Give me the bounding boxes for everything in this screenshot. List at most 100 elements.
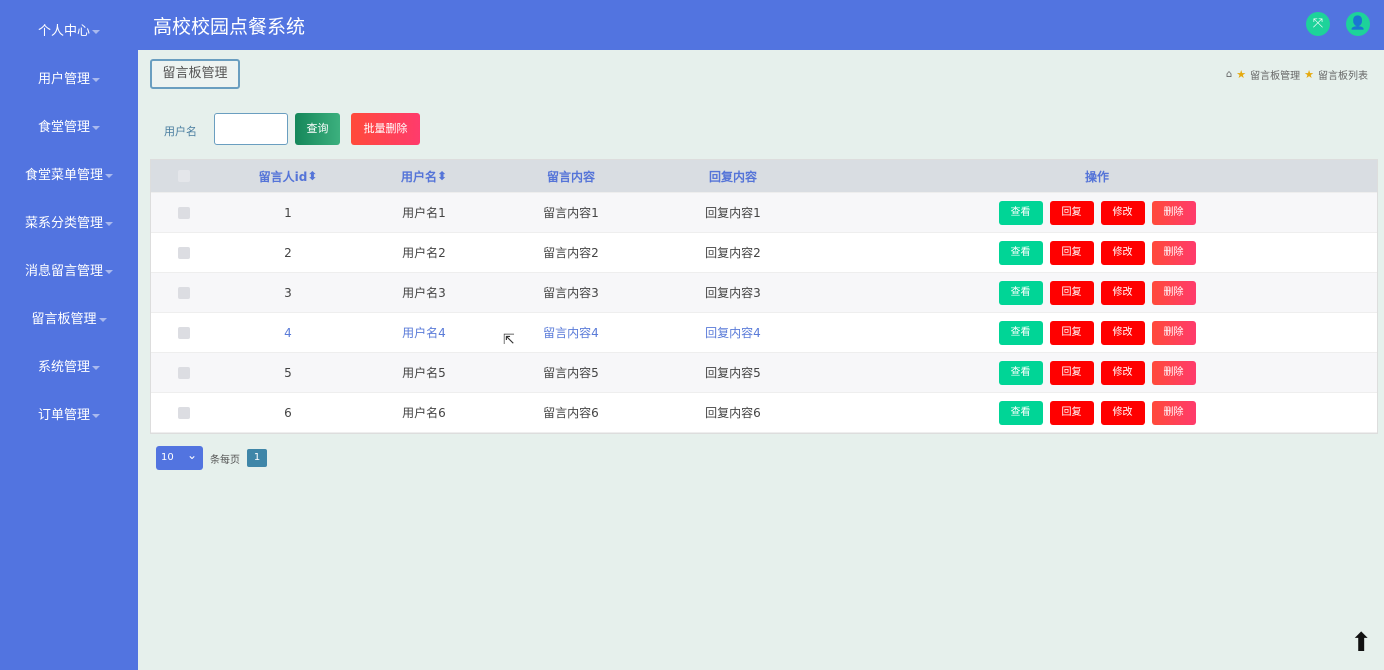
- row-checkbox[interactable]: [178, 246, 190, 259]
- cell-id: 1: [284, 205, 292, 220]
- view-button[interactable]: 查看: [998, 200, 1043, 225]
- edit-button[interactable]: 修改: [1100, 320, 1145, 345]
- view-button[interactable]: 查看: [998, 400, 1043, 425]
- caret-down-icon: [105, 269, 113, 274]
- sidebar-item[interactable]: 用户管理: [0, 56, 138, 104]
- view-button[interactable]: 查看: [998, 360, 1043, 385]
- sidebar-item[interactable]: 留言板管理: [0, 296, 138, 344]
- page-size-select[interactable]: 10: [156, 443, 203, 470]
- header-reply: 回复内容: [708, 169, 757, 184]
- edit-button[interactable]: 修改: [1100, 360, 1145, 385]
- edit-button[interactable]: 修改: [1100, 280, 1145, 305]
- sidebar-item[interactable]: 食堂菜单管理: [0, 152, 138, 200]
- cell-content: 留言内容6: [543, 406, 599, 420]
- cell-reply: 回复内容4: [705, 326, 761, 340]
- edit-button[interactable]: 修改: [1100, 400, 1145, 425]
- message-table: 留言人id ⬍ 用户名 ⬍ 留言内容 回复内容 操作 1 用户名1 留言内容1 回复…: [150, 159, 1378, 434]
- sidebar-item-label: 用户管理: [37, 72, 90, 87]
- app-title: 高校校园点餐系统: [153, 16, 306, 38]
- cell-content: 留言内容2: [543, 246, 599, 260]
- sidebar-item[interactable]: 系统管理: [0, 344, 138, 392]
- reply-button[interactable]: 回复: [1049, 240, 1094, 265]
- delete-button[interactable]: 删除: [1151, 400, 1196, 425]
- reply-button[interactable]: 回复: [1049, 400, 1094, 425]
- header-actions: 操作: [1084, 169, 1109, 184]
- mouse-cursor: ⇱: [503, 332, 515, 348]
- reply-button[interactable]: 回复: [1049, 360, 1094, 385]
- reply-button[interactable]: 回复: [1049, 280, 1094, 305]
- sidebar-item[interactable]: 个人中心: [0, 8, 138, 56]
- cell-username: 用户名2: [402, 246, 446, 260]
- breadcrumb: ⌂ ★ 留言板管理 ★ 留言板列表: [1226, 67, 1368, 82]
- table-row: 1 用户名1 留言内容1 回复内容1 查看 回复 修改 删除: [151, 193, 1377, 233]
- edit-button[interactable]: 修改: [1100, 240, 1145, 265]
- sidebar-item-label: 菜系分类管理: [24, 216, 103, 231]
- delete-button[interactable]: 删除: [1151, 360, 1196, 385]
- table-row: 3 用户名3 留言内容3 回复内容3 查看 回复 修改 删除: [151, 273, 1377, 313]
- caret-down-icon: [92, 125, 100, 130]
- sidebar-item[interactable]: 消息留言管理: [0, 248, 138, 296]
- cell-reply: 回复内容3: [705, 286, 761, 300]
- delete-button[interactable]: 删除: [1151, 280, 1196, 305]
- sidebar-item-label: 食堂管理: [37, 120, 90, 135]
- fullscreen-icon[interactable]: ⤧: [1306, 12, 1330, 36]
- delete-button[interactable]: 删除: [1151, 200, 1196, 225]
- delete-button[interactable]: 删除: [1151, 240, 1196, 265]
- reply-button[interactable]: 回复: [1049, 200, 1094, 225]
- sidebar: 个人中心用户管理食堂管理食堂菜单管理 菜系分类管理消息留言管理 留言板管理系统管理订…: [0, 0, 138, 670]
- caret-down-icon: [92, 365, 100, 370]
- caret-down-icon: [92, 413, 100, 418]
- username-label: 用户名: [164, 125, 197, 138]
- page-tab[interactable]: 留言板管理: [150, 59, 240, 89]
- query-button[interactable]: 查询: [295, 113, 340, 145]
- header-id[interactable]: 留言人id ⬍: [241, 160, 335, 192]
- cell-id: 6: [284, 405, 292, 420]
- sidebar-item-label: 系统管理: [37, 360, 90, 375]
- edit-button[interactable]: 修改: [1100, 200, 1145, 225]
- caret-down-icon: [105, 173, 113, 178]
- page-button[interactable]: 1: [247, 449, 267, 467]
- row-checkbox[interactable]: [178, 406, 190, 419]
- cell-content: 留言内容1: [543, 206, 599, 220]
- sidebar-item[interactable]: 食堂管理: [0, 104, 138, 152]
- row-checkbox[interactable]: [178, 206, 190, 219]
- cell-reply: 回复内容6: [705, 406, 761, 420]
- caret-down-icon: [92, 77, 100, 82]
- view-button[interactable]: 查看: [998, 240, 1043, 265]
- select-all-checkbox[interactable]: [178, 170, 190, 182]
- reply-button[interactable]: 回复: [1049, 320, 1094, 345]
- sidebar-item-label: 个人中心: [37, 24, 90, 39]
- back-to-top-icon[interactable]: ⬆: [1350, 628, 1372, 658]
- cell-id: 4: [284, 325, 292, 340]
- per-page-label: 条每页: [210, 454, 240, 466]
- cell-reply: 回复内容5: [705, 366, 761, 380]
- caret-down-icon: [105, 221, 113, 226]
- delete-button[interactable]: 删除: [1151, 320, 1196, 345]
- username-input[interactable]: [214, 113, 288, 145]
- bulk-delete-button[interactable]: 批量删除: [351, 113, 420, 145]
- breadcrumb-item[interactable]: 留言板管理: [1250, 67, 1300, 82]
- table-row: 6 用户名6 留言内容6 回复内容6 查看 回复 修改 删除: [151, 393, 1377, 433]
- row-checkbox[interactable]: [178, 326, 190, 339]
- table-row: 4 用户名4 留言内容4 回复内容4 查看 回复 修改 删除: [151, 313, 1377, 353]
- table-row: 2 用户名2 留言内容2 回复内容2 查看 回复 修改 删除: [151, 233, 1377, 273]
- sidebar-item-label: 食堂菜单管理: [24, 168, 103, 183]
- cell-username: 用户名6: [402, 406, 446, 420]
- view-button[interactable]: 查看: [998, 280, 1043, 305]
- table-header: 留言人id ⬍ 用户名 ⬍ 留言内容 回复内容 操作: [151, 160, 1377, 193]
- view-button[interactable]: 查看: [998, 320, 1043, 345]
- cell-reply: 回复内容1: [705, 206, 761, 220]
- cell-content: 留言内容5: [543, 366, 599, 380]
- caret-down-icon: [92, 29, 100, 34]
- header-content: 留言内容: [546, 169, 595, 184]
- sidebar-item[interactable]: 菜系分类管理: [0, 200, 138, 248]
- cell-username: 用户名3: [402, 286, 446, 300]
- user-icon[interactable]: 👤: [1346, 12, 1370, 36]
- row-checkbox[interactable]: [178, 366, 190, 379]
- cell-id: 2: [284, 245, 292, 260]
- header-username[interactable]: 用户名 ⬍: [377, 160, 471, 192]
- row-checkbox[interactable]: [178, 286, 190, 299]
- sidebar-item[interactable]: 订单管理: [0, 392, 138, 440]
- cell-id: 3: [284, 285, 292, 300]
- home-icon[interactable]: ⌂: [1226, 69, 1232, 80]
